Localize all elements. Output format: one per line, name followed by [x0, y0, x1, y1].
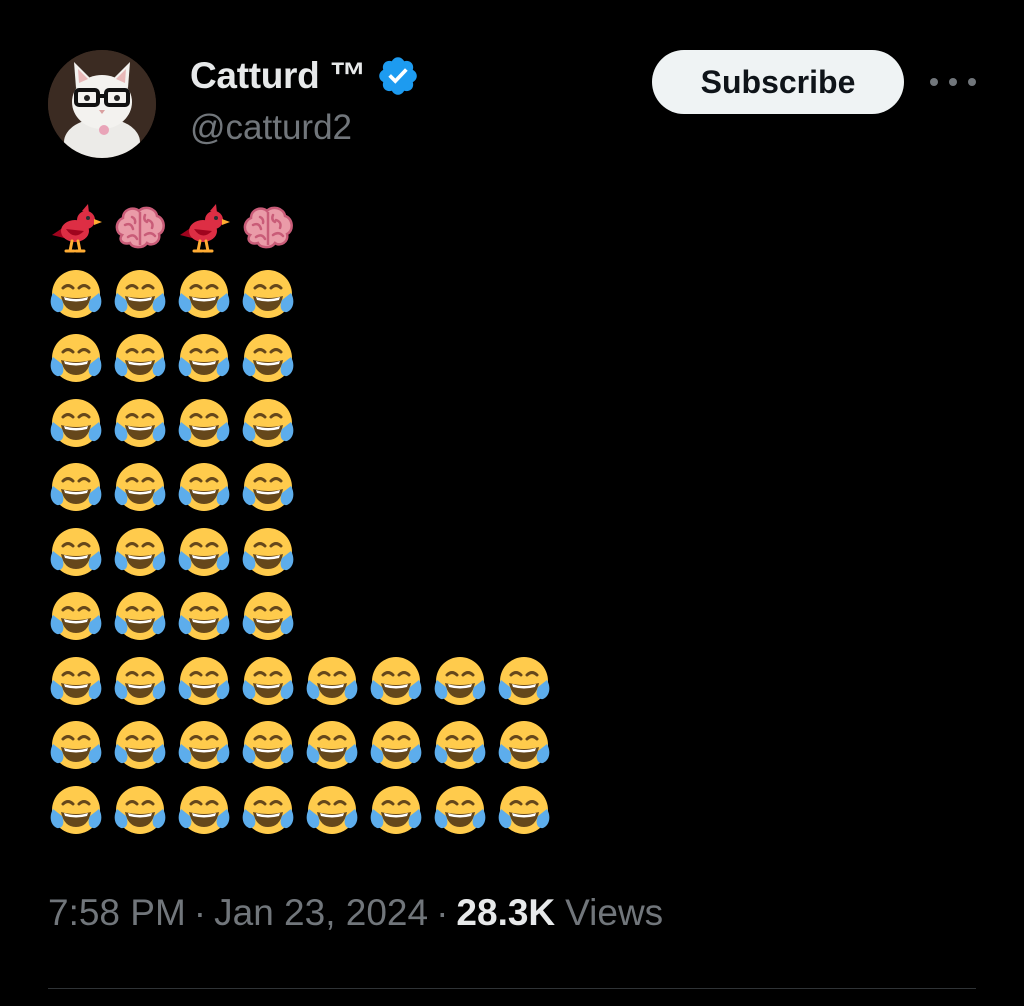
joy-emoji-icon [48, 394, 112, 452]
emoji-row [48, 716, 560, 774]
joy-emoji-icon [48, 329, 112, 387]
joy-emoji-icon [176, 394, 240, 452]
joy-emoji-icon [368, 781, 432, 839]
emoji-row [48, 652, 560, 710]
dot [930, 78, 938, 86]
dot [968, 78, 976, 86]
verified-badge-icon[interactable] [376, 54, 420, 98]
tweet-meta: 7:58 PM · Jan 23, 2024 · 28.3K Views [48, 892, 663, 934]
emoji-row [48, 458, 304, 516]
joy-emoji-icon [240, 652, 304, 710]
joy-emoji-icon [112, 716, 176, 774]
author-name[interactable]: Catturd ™ [190, 55, 366, 97]
joy-emoji-icon [112, 458, 176, 516]
joy-emoji-icon [496, 716, 560, 774]
joy-emoji-icon [176, 265, 240, 323]
joy-emoji-icon [112, 265, 176, 323]
emoji-row [48, 329, 304, 387]
joy-emoji-icon [432, 781, 496, 839]
joy-emoji-icon [240, 716, 304, 774]
tweet-time[interactable]: 7:58 PM [48, 892, 186, 934]
joy-emoji-icon [176, 587, 240, 645]
joy-emoji-icon [368, 716, 432, 774]
joy-emoji-icon [112, 781, 176, 839]
joy-emoji-icon [176, 458, 240, 516]
joy-emoji-icon [240, 265, 304, 323]
brain-emoji-icon [240, 200, 304, 258]
joy-emoji-icon [240, 394, 304, 452]
joy-emoji-icon [304, 781, 368, 839]
joy-emoji-icon [48, 652, 112, 710]
divider [48, 988, 976, 989]
joy-emoji-icon [432, 652, 496, 710]
author-handle[interactable]: @catturd2 [190, 108, 352, 148]
joy-emoji-icon [48, 716, 112, 774]
joy-emoji-icon [176, 716, 240, 774]
cat-avatar-icon [48, 50, 156, 158]
joy-emoji-icon [304, 716, 368, 774]
joy-emoji-icon [176, 652, 240, 710]
views-label: Views [565, 892, 664, 933]
joy-emoji-icon [432, 716, 496, 774]
author-name-row[interactable]: Catturd ™ [190, 52, 420, 100]
joy-emoji-icon [112, 329, 176, 387]
joy-emoji-icon [112, 587, 176, 645]
more-options-icon[interactable] [930, 64, 976, 100]
joy-emoji-icon [368, 652, 432, 710]
emoji-row [48, 587, 304, 645]
joy-emoji-icon [48, 458, 112, 516]
emoji-row [48, 523, 304, 581]
joy-emoji-icon [496, 652, 560, 710]
dot [949, 78, 957, 86]
separator-dot: · [436, 892, 449, 933]
joy-emoji-icon [240, 458, 304, 516]
joy-emoji-icon [176, 329, 240, 387]
emoji-row [48, 200, 304, 258]
emoji-row [48, 265, 304, 323]
joy-emoji-icon [112, 394, 176, 452]
joy-emoji-icon [240, 329, 304, 387]
emoji-row [48, 781, 560, 839]
joy-emoji-icon [48, 265, 112, 323]
joy-emoji-icon [176, 523, 240, 581]
tweet-date[interactable]: Jan 23, 2024 [214, 892, 428, 934]
brain-emoji-icon [112, 200, 176, 258]
subscribe-button[interactable]: Subscribe [652, 50, 904, 114]
separator-dot: · [193, 892, 207, 933]
joy-emoji-icon [240, 523, 304, 581]
joy-emoji-icon [112, 652, 176, 710]
emoji-row [48, 394, 304, 452]
joy-emoji-icon [48, 523, 112, 581]
joy-emoji-icon [304, 652, 368, 710]
bird-emoji-icon [176, 200, 240, 258]
joy-emoji-icon [240, 587, 304, 645]
joy-emoji-icon [112, 523, 176, 581]
views-count: 28.3K [456, 892, 556, 933]
joy-emoji-icon [176, 781, 240, 839]
joy-emoji-icon [240, 781, 304, 839]
joy-emoji-icon [48, 587, 112, 645]
joy-emoji-icon [496, 781, 560, 839]
bird-emoji-icon [48, 200, 112, 258]
avatar[interactable] [48, 50, 156, 158]
joy-emoji-icon [48, 781, 112, 839]
